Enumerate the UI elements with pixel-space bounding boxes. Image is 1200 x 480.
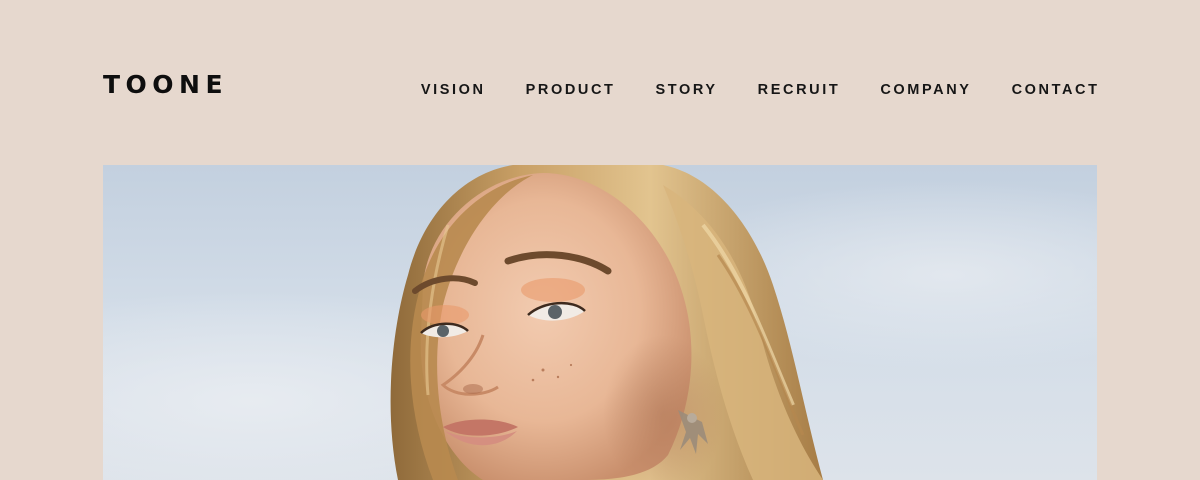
nav-item-vision[interactable]: VISION [421, 80, 486, 100]
main-nav: VISION PRODUCT STORY RECRUIT COMPANY CON… [421, 80, 1097, 100]
nav-item-contact[interactable]: CONTACT [1012, 80, 1100, 100]
hero-image [103, 165, 1097, 480]
nav-item-recruit[interactable]: RECRUIT [758, 80, 841, 100]
site-header: TOONE VISION PRODUCT STORY RECRUIT COMPA… [0, 0, 1200, 165]
nav-item-company[interactable]: COMPANY [880, 80, 971, 100]
site-logo[interactable]: TOONE [103, 70, 228, 100]
nav-item-product[interactable]: PRODUCT [526, 80, 616, 100]
nav-item-story[interactable]: STORY [656, 80, 718, 100]
portrait-photo [103, 165, 1097, 480]
